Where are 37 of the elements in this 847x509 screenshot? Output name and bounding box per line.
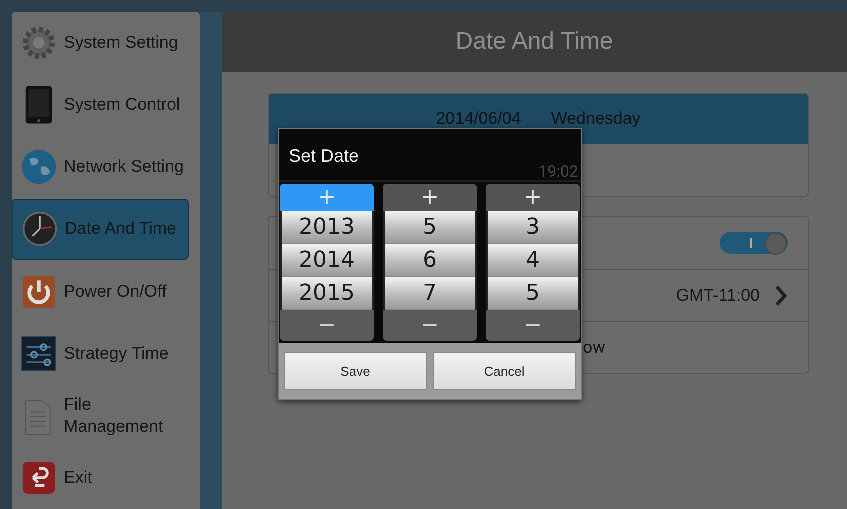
sidebar-item[interactable]: System Setting [12,12,200,74]
spinner-value[interactable]: 2015 [282,277,372,310]
decrement-button[interactable]: − [280,310,374,341]
spinner-value[interactable]: 2014 [282,244,372,277]
dialog-button[interactable]: Save [284,352,427,390]
spinner-value[interactable]: 5 [385,211,475,244]
spinner-value[interactable]: 5 [488,277,578,310]
setting-label: ow [583,338,606,358]
timezone-value: GMT-11:00 [676,286,760,306]
time-text: 19:02 [538,162,578,180]
increment-button[interactable]: + [486,184,580,211]
spinner-value[interactable]: 7 [385,277,475,310]
date-text: 2014/06/04 [436,109,522,129]
exit-icon [20,460,58,495]
sidebar-item[interactable]: Exit [12,446,200,509]
decrement-button[interactable]: − [486,310,580,341]
dialog-button[interactable]: Cancel [433,352,576,390]
dialog-title: Set Date [289,146,360,166]
globe-icon [20,148,58,186]
page-title: Date And Time [456,28,614,56]
increment-button[interactable]: + [383,184,477,211]
power-icon [20,274,58,309]
chevron-right-icon[interactable] [774,284,788,306]
sidebar-item[interactable]: Power On/Off [12,260,200,323]
weekday-text: Wednesday [551,109,641,129]
decrement-button[interactable]: − [383,310,477,341]
sliders-icon [20,336,58,372]
spinner-value[interactable]: 6 [385,244,475,277]
clock-icon [21,211,59,248]
spinner-value[interactable]: 4 [488,244,578,277]
spinner-value[interactable]: 2013 [282,211,372,244]
sidebar-item[interactable]: Strategy Time [12,322,200,385]
sidebar-item[interactable]: System Control [12,74,200,136]
spinner-value[interactable]: 3 [488,211,578,244]
sidebar-item[interactable]: Network Setting [12,136,200,198]
toggle-switch[interactable] [720,232,788,254]
sidebar-item[interactable]: File Management [12,384,200,447]
